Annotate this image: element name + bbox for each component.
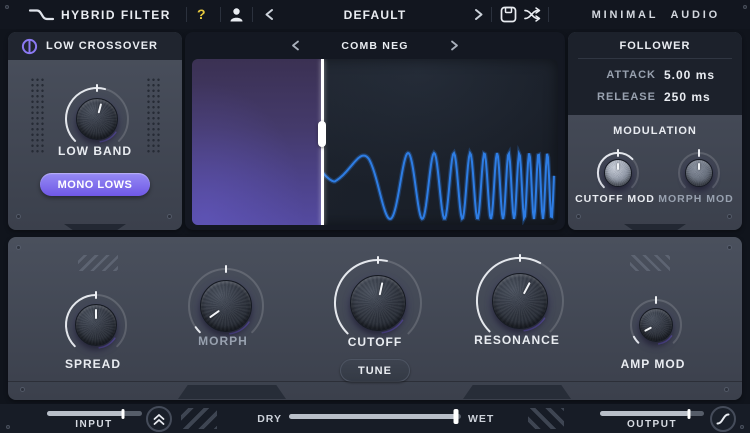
attack-value[interactable]: 5.00 ms [664,68,715,82]
screw [16,245,21,250]
soft-clip-curve-icon [716,413,730,425]
panel-notch [624,224,686,230]
filter-type-selector[interactable]: COMB NEG [300,40,450,52]
hatch-decoration [630,255,670,271]
screw [20,387,25,392]
output-slider[interactable] [600,408,704,419]
panel-notch [178,385,286,399]
filter-display-panel: COMB NEG [185,32,565,230]
dry-wet-slider[interactable] [289,409,461,424]
panel-notch [463,385,571,399]
amp-mod-label: AMP MOD [620,357,686,371]
double-chevron-up-icon [153,413,165,425]
attack-label: ATTACK [606,69,656,81]
next-preset-icon[interactable] [474,8,484,21]
mono-lows-button[interactable]: MONO LOWS [40,173,150,196]
plugin-window: HYBRID FILTER ? DEFAULT MINIMAL AUDIO LO… [0,0,750,433]
crossover-handle[interactable] [318,121,326,147]
brand-name: MINIMAL AUDIO [591,9,720,21]
divider [491,7,492,22]
low-crossover-panel: LOW CROSSOVER LOW BAND MONO LOWS [8,32,182,230]
low-crossover-header: LOW CROSSOVER [8,32,182,60]
input-slider[interactable] [47,408,142,419]
low-band-label: LOW BAND [58,144,132,158]
cutoff-label: CUTOFF [347,335,403,349]
screw [727,245,732,250]
follower-title: FOLLOWER [619,40,691,52]
prev-filter-type-icon[interactable] [291,40,300,51]
hatch-decoration [78,255,118,271]
release-label: RELEASE [597,91,656,103]
next-filter-type-icon[interactable] [450,40,459,51]
input-slider-label: INPUT [75,419,113,430]
soft-clip-button[interactable] [710,406,736,432]
save-preset-icon[interactable] [500,6,517,23]
modulation-title: MODULATION [613,125,697,137]
main-controls-panel: SPREAD MORPH CUTOFF TUNE RESONANCE AMP M… [8,237,742,400]
low-crossover-title: LOW CROSSOVER [45,40,158,52]
io-bar: INPUT DRY WET OUTPUT [0,404,750,433]
titlebar: HYBRID FILTER ? DEFAULT MINIMAL AUDIO [0,0,750,29]
preset-name[interactable]: DEFAULT [300,8,450,22]
resonance-label: RESONANCE [474,333,560,347]
screw [6,425,10,429]
cutoff-mod-knob[interactable] [592,147,644,199]
spread-knob[interactable] [60,289,132,361]
power-icon[interactable] [21,38,38,55]
collapse-button[interactable] [146,406,172,432]
divider [220,7,221,22]
dry-label: DRY [257,413,282,425]
hatch-decoration [181,408,217,429]
screw [727,214,732,219]
plugin-title: HYBRID FILTER [61,8,171,22]
help-button[interactable]: ? [197,6,206,22]
filter-response-display [192,59,558,225]
amp-mod-knob[interactable] [625,294,687,356]
divider [578,58,732,59]
screw [16,214,21,219]
hatch-decoration [528,408,564,429]
morph-mod-knob[interactable] [673,147,725,199]
divider [186,7,187,22]
screw [743,5,747,9]
morph-label: MORPH [198,334,248,348]
morph-mod-label: MORPH MOD [658,193,734,205]
release-value[interactable]: 250 ms [664,90,711,104]
tune-button[interactable]: TUNE [340,359,410,382]
cutoff-mod-label: CUTOFF MOD [575,193,655,205]
panel-notch [64,224,126,230]
low-band-region [192,59,323,225]
divider [548,7,549,22]
screw [724,387,729,392]
spread-label: SPREAD [64,357,121,371]
output-slider-label: OUTPUT [626,419,678,430]
panel-bottom-strip [8,381,742,400]
screw [167,214,172,219]
brand-logo-icon [28,9,55,21]
screw [576,214,581,219]
randomize-icon[interactable] [523,6,542,23]
follower-section: FOLLOWER ATTACK 5.00 ms RELEASE 250 ms [568,32,742,115]
divider [252,7,253,22]
user-account-icon[interactable] [228,6,245,23]
screw [5,5,9,9]
prev-preset-icon[interactable] [264,8,274,21]
screw [740,425,744,429]
follower-panel: FOLLOWER ATTACK 5.00 ms RELEASE 250 ms M… [568,32,742,230]
wet-label: WET [468,413,495,425]
